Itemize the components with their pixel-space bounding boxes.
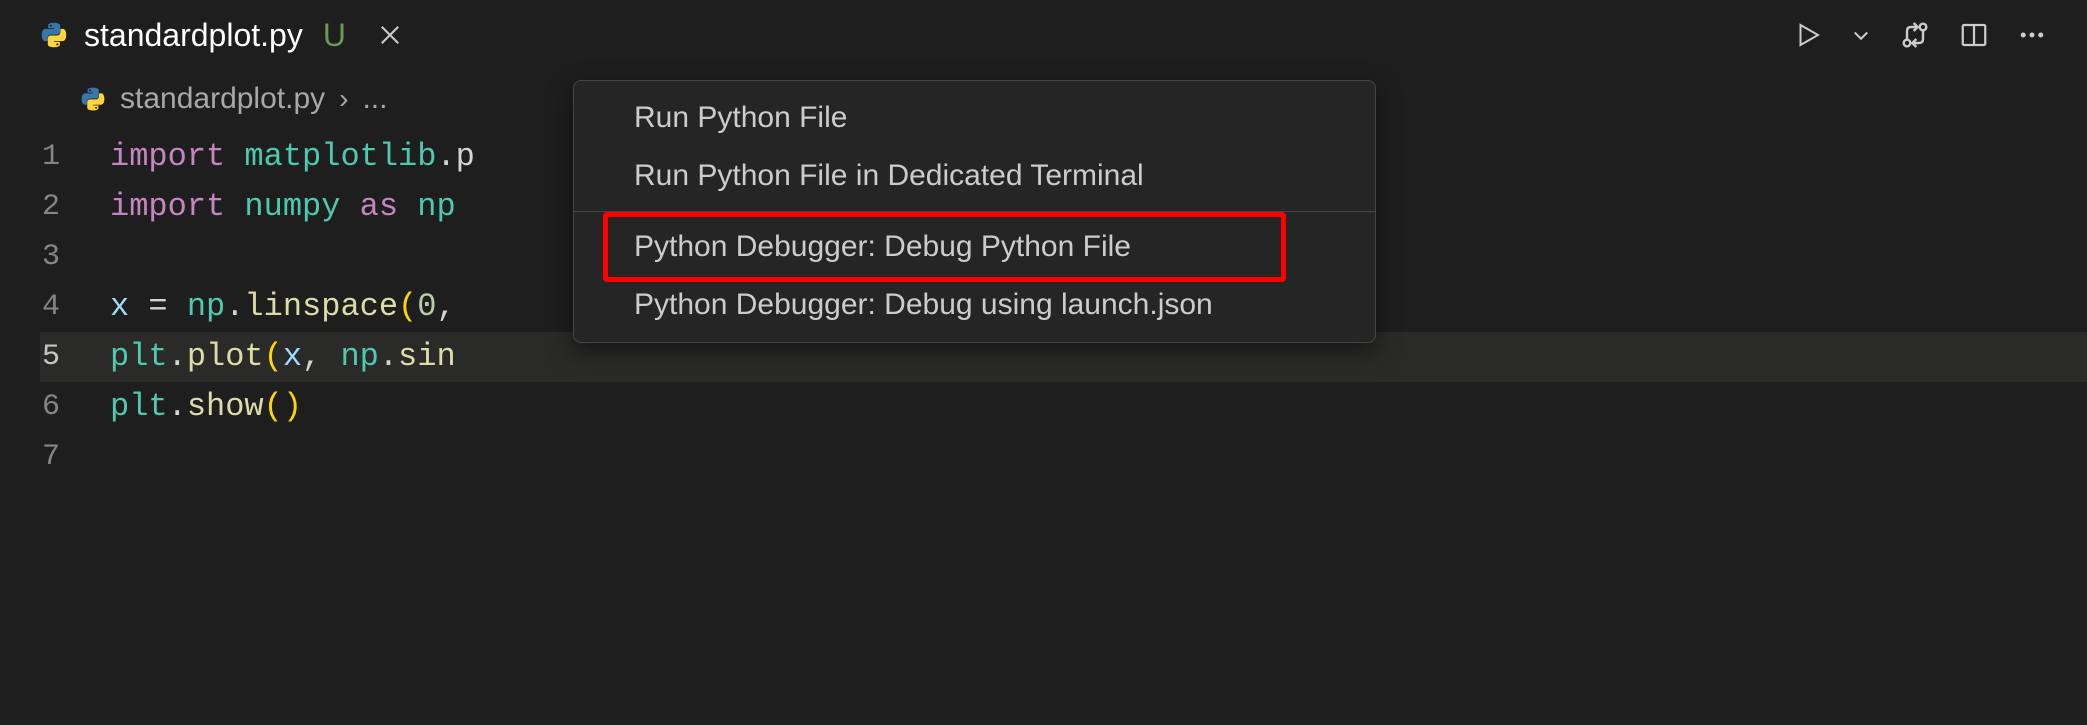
tab-modified-indicator: U (323, 17, 346, 54)
toolbar-right (1793, 19, 2067, 51)
run-context-menu: Run Python FileRun Python File in Dedica… (573, 80, 1376, 343)
chevron-down-icon[interactable] (1851, 25, 1871, 45)
code-line[interactable]: 7 (40, 432, 2087, 482)
code-content[interactable]: plt.show() (110, 382, 302, 432)
line-number: 3 (40, 232, 110, 282)
more-icon[interactable] (2017, 20, 2047, 50)
line-number: 2 (40, 182, 110, 232)
close-icon[interactable] (374, 19, 406, 51)
code-line[interactable]: 6plt.show() (40, 382, 2087, 432)
code-content[interactable]: import numpy as np (110, 182, 456, 232)
run-icon[interactable] (1793, 20, 1823, 50)
line-number: 5 (40, 332, 110, 382)
tab-filename: standardplot.py (84, 17, 303, 54)
menu-item[interactable]: Run Python File (574, 89, 1375, 147)
line-number: 7 (40, 432, 110, 482)
line-number: 6 (40, 382, 110, 432)
python-icon (80, 86, 106, 112)
split-editor-icon[interactable] (1959, 20, 1989, 50)
line-number: 1 (40, 132, 110, 182)
menu-item[interactable]: Python Debugger: Debug using launch.json (574, 276, 1375, 334)
code-content[interactable]: import matplotlib.p (110, 132, 475, 182)
menu-item[interactable]: Python Debugger: Debug Python File (574, 218, 1375, 276)
line-number: 4 (40, 282, 110, 332)
python-icon (40, 21, 68, 49)
compare-changes-icon[interactable] (1899, 19, 1931, 51)
breadcrumb-filename[interactable]: standardplot.py (120, 82, 325, 116)
code-content[interactable]: x = np.linspace(0, (110, 282, 475, 332)
menu-item[interactable]: Run Python File in Dedicated Terminal (574, 147, 1375, 205)
tab-bar: standardplot.py U (0, 0, 2087, 70)
code-content[interactable]: plt.plot(x, np.sin (110, 332, 456, 382)
menu-separator (574, 211, 1375, 212)
breadcrumb-more[interactable]: ... (362, 82, 387, 116)
editor-tab[interactable]: standardplot.py U (20, 0, 426, 70)
chevron-right-icon: › (339, 83, 348, 115)
